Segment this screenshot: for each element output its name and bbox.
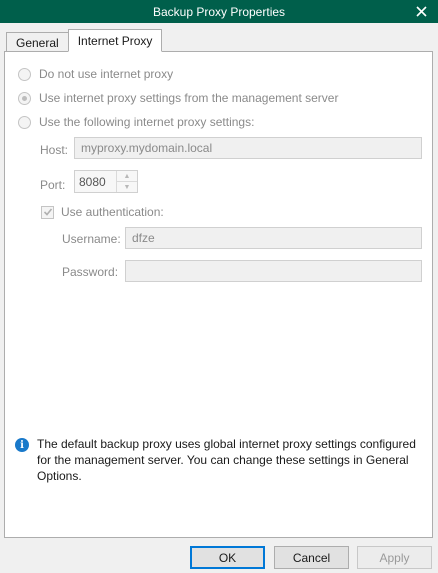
port-down-icon[interactable]: ▼ (117, 182, 137, 192)
radio-management-server-proxy[interactable]: Use internet proxy settings from the man… (18, 91, 338, 105)
username-label: Username: (62, 232, 121, 246)
radio-custom-proxy-indicator[interactable] (18, 115, 31, 129)
radio-no-proxy-indicator[interactable] (18, 67, 31, 81)
tab-general-label: General (16, 35, 59, 50)
radio-no-proxy-label: Do not use internet proxy (39, 67, 174, 81)
ok-button-label: OK (218, 550, 237, 565)
tab-internet-proxy[interactable]: Internet Proxy (67, 29, 163, 52)
use-authentication-indicator[interactable] (41, 205, 54, 219)
tab-general[interactable]: General (6, 32, 69, 52)
cancel-button-label: Cancel (292, 550, 331, 565)
host-input[interactable]: myproxy.mydomain.local (74, 137, 422, 159)
host-value: myproxy.mydomain.local (81, 141, 213, 155)
apply-button-label: Apply (379, 550, 410, 565)
username-value: dfze (132, 231, 155, 245)
close-icon[interactable] (412, 2, 430, 20)
info-text: The default backup proxy uses global int… (37, 437, 416, 483)
apply-button[interactable]: Apply (357, 546, 432, 569)
port-value: 8080 (79, 174, 106, 189)
ok-button[interactable]: OK (190, 546, 265, 569)
info-icon: i (15, 438, 29, 452)
radio-no-proxy[interactable]: Do not use internet proxy (18, 67, 173, 81)
radio-custom-proxy[interactable]: Use the following internet proxy setting… (18, 115, 254, 129)
port-label: Port: (40, 178, 66, 192)
use-authentication-label: Use authentication: (61, 205, 164, 219)
window-title: Backup Proxy Properties (152, 4, 286, 19)
radio-custom-proxy-label: Use the following internet proxy setting… (39, 115, 255, 129)
checkmark-icon (43, 208, 52, 216)
use-authentication-checkbox[interactable]: Use authentication: (41, 205, 164, 219)
tab-strip: General Internet Proxy (6, 29, 163, 52)
password-label: Password: (62, 265, 119, 279)
password-input[interactable] (125, 260, 422, 282)
host-label: Host: (40, 143, 69, 157)
port-stepper[interactable]: 8080 ▲ ▼ (74, 170, 138, 193)
internet-proxy-panel: Do not use internet proxy Use internet p… (4, 51, 433, 538)
cancel-button[interactable]: Cancel (274, 546, 349, 569)
radio-management-server-indicator[interactable] (18, 91, 31, 105)
radio-management-server-label: Use internet proxy settings from the man… (39, 91, 339, 105)
username-input[interactable]: dfze (125, 227, 422, 249)
tab-internet-proxy-label: Internet Proxy (77, 33, 153, 48)
title-bar: Backup Proxy Properties (0, 0, 438, 23)
port-up-icon[interactable]: ▲ (117, 171, 137, 182)
info-note: i The default backup proxy uses global i… (15, 436, 420, 484)
